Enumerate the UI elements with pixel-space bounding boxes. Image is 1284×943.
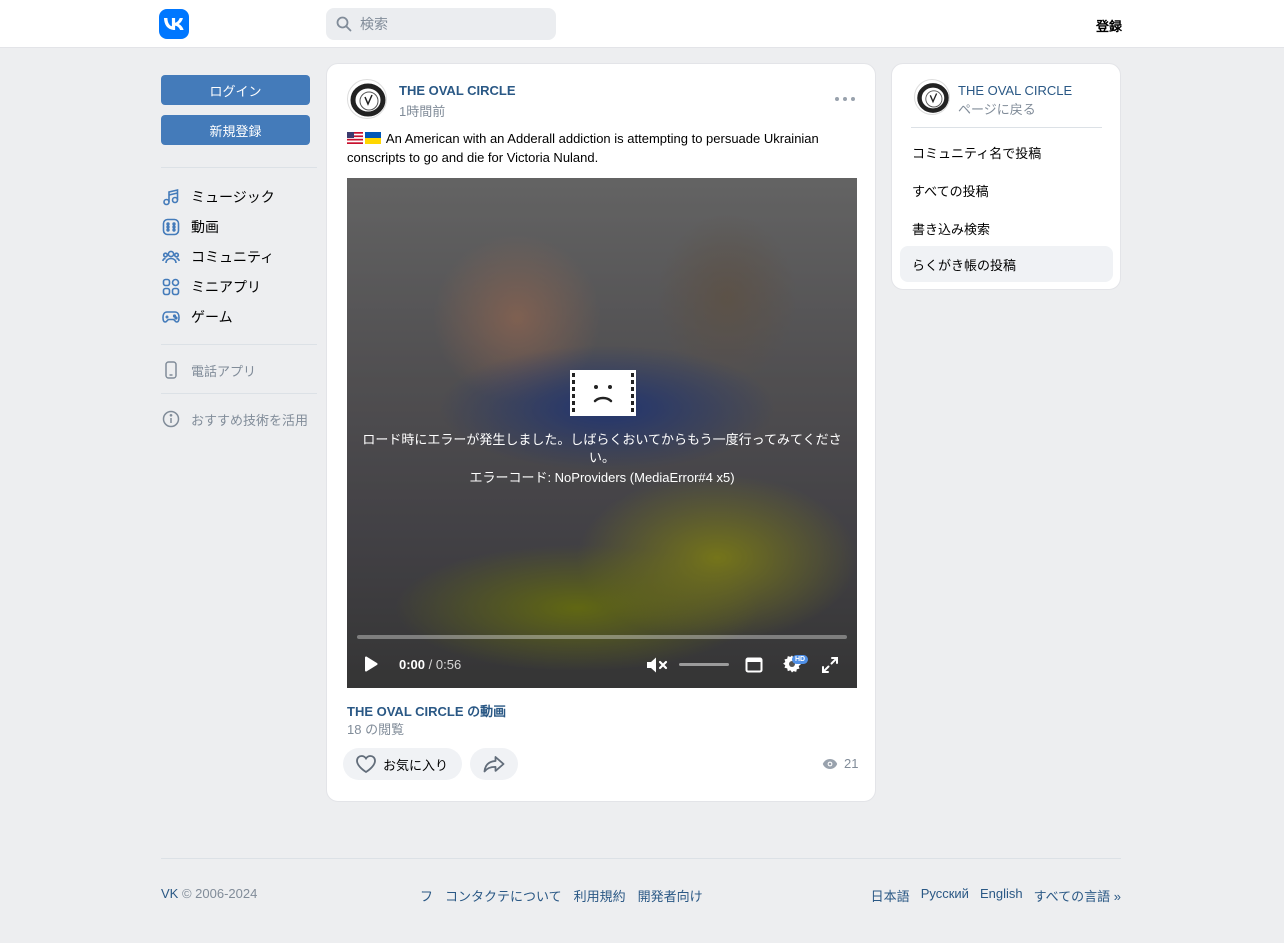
register-link[interactable]: 登録 (1096, 16, 1122, 35)
nav-item-label: おすすめ技術を活用 (191, 412, 309, 428)
community-avatar[interactable] (914, 79, 950, 115)
footer-languages: 日本語 Русский English すべての言語 » (871, 886, 1121, 905)
like-label: お気に入り (383, 757, 449, 773)
footer-link[interactable]: フ (420, 886, 433, 905)
eye-icon (822, 758, 838, 770)
nav-item-video[interactable]: 動画 (161, 212, 317, 242)
side-divider (911, 127, 1102, 128)
login-button[interactable]: ログイン (161, 75, 310, 105)
nav-item-games[interactable]: ゲーム (161, 302, 317, 332)
post-author-link[interactable]: THE OVAL CIRCLE (399, 83, 516, 98)
video-time: 0:00 / 0:56 (399, 657, 461, 672)
post-views: 21 (822, 756, 858, 771)
nav-item-label: ミュージック (191, 189, 275, 205)
nav-item-label: ゲーム (191, 309, 233, 325)
search-box[interactable] (326, 8, 556, 40)
video-duration: / 0:56 (428, 657, 462, 672)
back-to-page-link[interactable]: ページに戻る (958, 99, 1036, 118)
mute-icon[interactable] (645, 654, 669, 676)
footer-links: フ コンタクテについて 利用規約 開発者向け (420, 886, 703, 905)
search-icon (336, 16, 352, 32)
share-icon (483, 756, 505, 773)
nav-item-mini-apps[interactable]: ミニアプリ (161, 272, 317, 302)
video-views-count: 18 の閲覧 (347, 722, 405, 737)
nav-divider (161, 344, 317, 345)
nav-divider (161, 167, 317, 168)
footer-divider (161, 858, 1121, 859)
fullscreen-icon[interactable] (819, 654, 841, 676)
video-progress-bar[interactable] (357, 635, 847, 639)
footer-link-about[interactable]: コンタクテについて (445, 886, 562, 905)
info-icon (161, 409, 181, 429)
side-item-graffiti-posts[interactable]: らくがき帳の投稿 (900, 246, 1113, 282)
post-text: An American with an Adderall addiction i… (347, 129, 857, 167)
top-header: 登録 (0, 0, 1284, 48)
footer-link-terms[interactable]: 利用規約 (574, 886, 626, 905)
side-item-community-posts[interactable]: コミュニティ名で投稿 (900, 134, 1113, 170)
music-icon (161, 187, 181, 207)
mini-apps-icon (161, 277, 181, 297)
signup-button[interactable]: 新規登録 (161, 115, 310, 145)
video-error-code: エラーコード: NoProviders (MediaError#4 x5) (469, 470, 735, 485)
more-options-icon[interactable] (835, 91, 855, 107)
gamepad-icon (161, 307, 181, 327)
lang-english[interactable]: English (980, 886, 1023, 905)
copyright-text: © 2006-2024 (181, 886, 258, 901)
video-title-link[interactable]: THE OVAL CIRCLE の動画 (347, 701, 506, 720)
search-input[interactable] (360, 16, 550, 32)
nav-item-label: 動画 (191, 219, 219, 235)
community-icon (161, 247, 181, 267)
post-text-body: An American with an Adderall addiction i… (347, 131, 819, 165)
us-flag-icon (347, 132, 363, 144)
lang-russian[interactable]: Русский (921, 886, 969, 905)
video-error-message: ロード時にエラーが発生しました。しばらくおいてからもう一度行ってみてください。 (362, 432, 842, 465)
sad-film-icon (570, 370, 636, 416)
phone-icon (161, 360, 181, 380)
post-card: THE OVAL CIRCLE 1時間前 An American with an… (326, 63, 876, 802)
views-count: 21 (844, 756, 859, 771)
heart-icon (355, 754, 377, 774)
post-time[interactable]: 1時間前 (399, 101, 445, 120)
copyright: VK © 2006-2024 (161, 886, 257, 901)
vk-logo-icon[interactable] (159, 9, 189, 39)
side-item-all-posts[interactable]: すべての投稿 (900, 172, 1113, 208)
hd-badge: HD (792, 655, 809, 664)
author-avatar[interactable] (347, 79, 387, 119)
footer-brand-link[interactable]: VK (161, 886, 178, 901)
nav-item-label: コミュニティ (191, 249, 275, 265)
play-icon[interactable] (361, 654, 381, 674)
community-side-card: THE OVAL CIRCLE ページに戻る コミュニティ名で投稿 すべての投稿… (891, 63, 1121, 290)
mini-player-icon[interactable] (743, 654, 765, 676)
nav-item-label: ミニアプリ (191, 279, 261, 295)
nav-item-phone-app[interactable]: 電話アプリ (161, 355, 317, 385)
share-button[interactable] (470, 748, 518, 780)
nav-item-music[interactable]: ミュージック (161, 182, 317, 212)
lang-all[interactable]: すべての言語 » (1034, 886, 1121, 905)
ukraine-flag-icon (365, 132, 381, 144)
side-item-search-posts[interactable]: 書き込み検索 (900, 210, 1113, 246)
lang-japanese[interactable]: 日本語 (871, 886, 910, 905)
nav-item-label: 電話アプリ (191, 363, 257, 379)
like-button[interactable]: お気に入り (343, 748, 462, 780)
nav-item-recommended-tech[interactable]: おすすめ技術を活用 (161, 404, 317, 434)
footer-link-developers[interactable]: 開発者向け (638, 886, 703, 905)
nav-divider (161, 393, 317, 394)
video-player[interactable]: ロード時にエラーが発生しました。しばらくおいてからもう一度行ってみてください。 … (347, 178, 857, 688)
volume-slider[interactable] (679, 663, 729, 666)
video-current-time: 0:00 (399, 657, 426, 672)
video-icon (161, 217, 181, 237)
nav-item-community[interactable]: コミュニティ (161, 242, 317, 272)
community-title-link[interactable]: THE OVAL CIRCLE (958, 83, 1072, 98)
